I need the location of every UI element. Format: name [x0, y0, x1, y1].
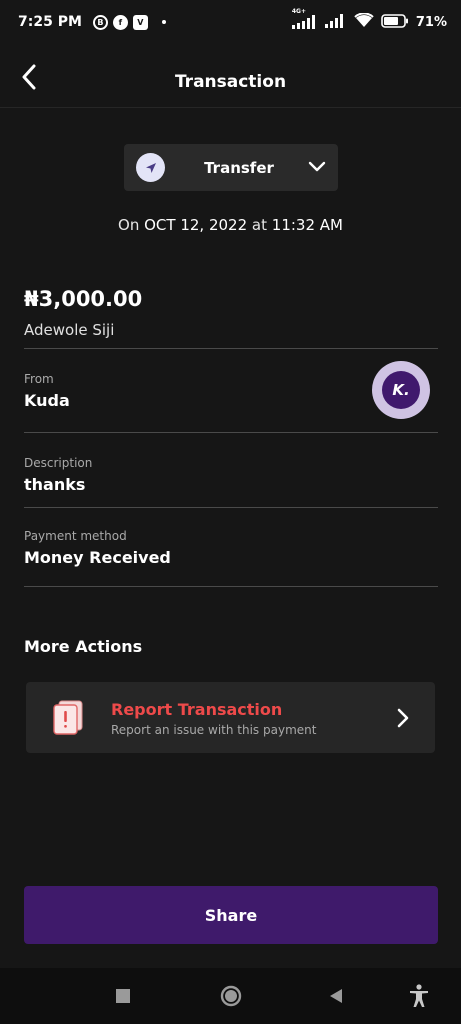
battery-icon [381, 13, 409, 32]
from-value: Kuda [24, 391, 70, 410]
facebook-icon: f [112, 14, 128, 30]
system-nav-bar [0, 968, 461, 1024]
recents-button[interactable] [99, 968, 147, 1024]
date-value: OCT 12, 2022 [144, 216, 248, 234]
system-back-button[interactable] [312, 968, 360, 1024]
divider [24, 432, 438, 433]
chevron-right-icon [397, 708, 409, 728]
category-label: Transfer [204, 159, 274, 177]
date-connector: at [251, 216, 267, 234]
share-button[interactable]: Share [24, 886, 438, 944]
accessibility-icon [410, 984, 428, 1007]
wifi-icon [354, 11, 374, 32]
transaction-date: On OCT 12, 2022 at 11:32 AM [0, 216, 461, 234]
counterparty-name: Adewole Siji [24, 321, 115, 339]
bank-logo: K. [372, 361, 430, 419]
chevron-down-icon [308, 161, 326, 172]
date-prefix: On [118, 216, 140, 234]
divider [24, 507, 438, 508]
page-title: Transaction [174, 72, 287, 92]
payment-method-label: Payment method [24, 529, 127, 543]
report-title: Report Transaction [111, 700, 283, 719]
bitcoin-icon: B [92, 14, 108, 30]
signal-4g-icon: 4G+ [291, 8, 318, 29]
report-subtitle: Report an issue with this payment [111, 723, 317, 737]
notification-dot-icon [161, 20, 166, 24]
divider [24, 348, 438, 349]
accessibility-button[interactable] [395, 968, 443, 1024]
v-app-icon: V [132, 14, 148, 30]
network-type-label: 4G+ [291, 8, 307, 15]
description-label: Description [24, 456, 93, 470]
status-bar: 7:25 PM B f V 4G+ 71% [0, 0, 461, 44]
status-indicators: 4G+ 71% [291, 8, 447, 32]
transaction-amount: ₦3,000.00 [24, 287, 143, 311]
more-actions-title: More Actions [24, 637, 143, 656]
back-triangle-icon [330, 989, 342, 1003]
status-time: 7:25 PM [18, 14, 82, 30]
battery-percent: 71% [415, 14, 447, 30]
time-value: 11:32 AM [271, 216, 343, 234]
home-button[interactable] [207, 968, 255, 1024]
signal-icon [324, 13, 347, 32]
category-dropdown[interactable]: Transfer [124, 144, 338, 191]
recents-square-icon [116, 989, 130, 1003]
payment-method-value: Money Received [24, 548, 171, 567]
report-transaction-button[interactable]: Report Transaction Report an issue with … [26, 682, 435, 753]
bank-logo-text: K. [382, 371, 420, 409]
description-value: thanks [24, 475, 86, 494]
from-label: From [24, 372, 54, 386]
app-header: Transaction [0, 44, 461, 108]
divider [24, 586, 438, 587]
home-circle-icon [220, 985, 242, 1007]
report-alert-icon [53, 700, 83, 735]
